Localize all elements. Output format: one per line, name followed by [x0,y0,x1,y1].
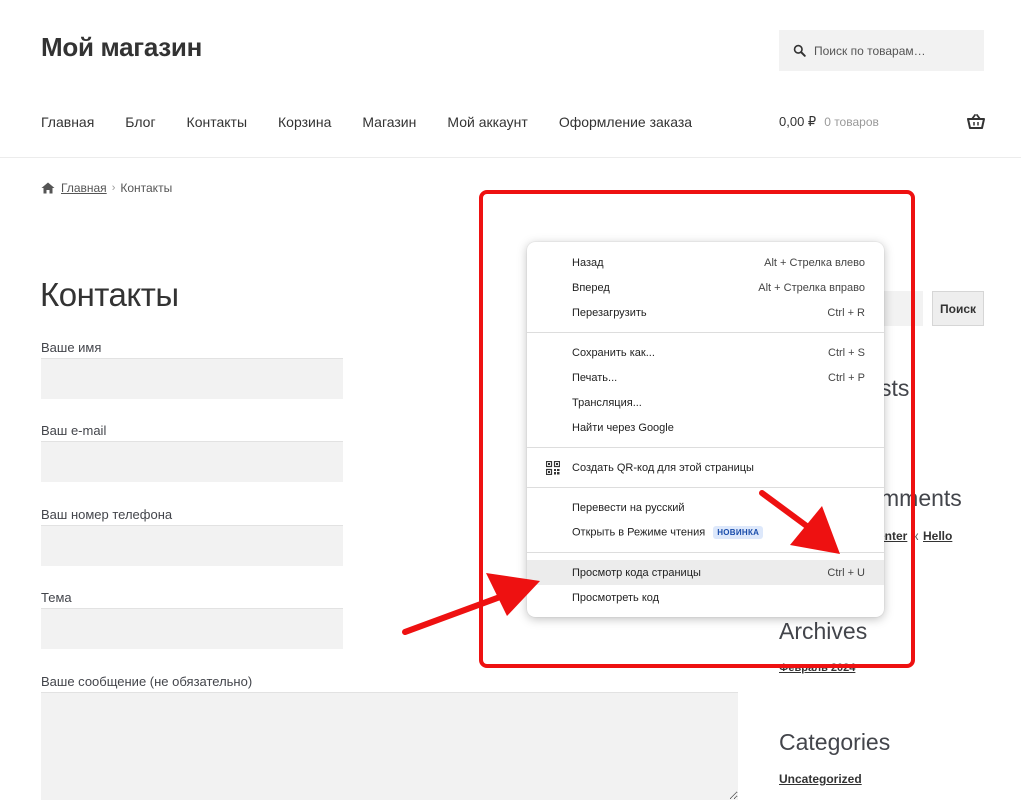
name-label: Ваше имя [41,340,102,355]
basket-icon[interactable] [967,114,985,130]
new-badge: НОВИНКА [713,526,764,539]
menu-item-print[interactable]: Печать... Ctrl + P [527,365,884,390]
nav-item-contacts[interactable]: Контакты [187,114,247,130]
page-title: Контакты [40,276,179,313]
menu-item-reload[interactable]: Перезагрузить Ctrl + R [527,300,884,325]
menu-item-view-source[interactable]: Просмотр кода страницы Ctrl + U [527,560,884,585]
primary-navigation: Главная Блог Контакты Корзина Магазин Мо… [41,114,723,130]
archives-title: Archives [779,618,868,644]
recent-posts-title: sts [880,375,910,401]
email-label: Ваш e-mail [41,423,107,438]
message-textarea[interactable] [41,692,738,800]
breadcrumb-home-link[interactable]: Главная [61,181,107,195]
breadcrumb-current: Контакты [120,181,173,195]
menu-item-translate[interactable]: Перевести на русский [527,495,884,520]
menu-item-save-as[interactable]: Сохранить как... Ctrl + S [527,340,884,365]
menu-item-forward[interactable]: Вперед Alt + Стрелка вправо [527,275,884,300]
comment-connector: к [913,529,919,543]
message-label: Ваше сообщение (не обязательно) [41,674,253,689]
nav-item-blog[interactable]: Блог [125,114,155,130]
sidebar-search-button[interactable]: Поиск [932,291,984,326]
reading-mode-label: Открыть в Режиме чтения [572,526,706,539]
header-divider [0,157,1021,158]
menu-separator [527,552,884,553]
home-icon [41,182,55,194]
left-arrow-icon [402,573,540,635]
email-field[interactable] [41,441,343,482]
cart-count: 0 товаров [824,115,879,129]
recent-comments-title: mments [880,485,962,511]
product-search[interactable] [779,30,984,71]
menu-item-back[interactable]: Назад Alt + Стрелка влево [527,250,884,275]
comment-post-link[interactable]: Hello [923,529,952,543]
name-field[interactable] [41,358,343,399]
search-icon [793,44,806,57]
menu-item-qr-code[interactable]: Создать QR-код для этой страницы [527,455,884,480]
categories-title: Categories [779,729,891,755]
nav-item-home[interactable]: Главная [41,114,94,130]
archive-link[interactable]: Февраль 2024 [779,662,855,674]
menu-separator [527,447,884,448]
breadcrumb: Главная › Контакты [41,181,172,195]
menu-separator [527,487,884,488]
search-input[interactable] [814,43,974,58]
menu-separator [527,332,884,333]
site-title[interactable]: Мой магазин [41,32,202,63]
nav-item-checkout[interactable]: Оформление заказа [559,114,692,130]
category-link[interactable]: Uncategorized [779,772,862,786]
phone-field[interactable] [41,525,343,566]
menu-item-search-google[interactable]: Найти через Google [527,415,884,440]
nav-item-cart[interactable]: Корзина [278,114,331,130]
subject-label: Тема [41,590,72,605]
sidebar-search-input[interactable] [879,291,923,326]
nav-item-account[interactable]: Мой аккаунт [447,114,527,130]
phone-label: Ваш номер телефона [41,507,173,522]
subject-field[interactable] [41,608,343,649]
nav-item-shop[interactable]: Магазин [362,114,416,130]
menu-item-cast[interactable]: Трансляция... [527,390,884,415]
cart-summary[interactable]: 0,00 ₽ 0 товаров [779,114,879,130]
menu-item-inspect[interactable]: Просмотреть код [527,585,884,610]
qr-code-icon [546,461,560,475]
cart-total: 0,00 ₽ [779,114,817,129]
menu-item-reading-mode[interactable]: Открыть в Режиме чтения НОВИНКА [527,520,884,545]
breadcrumb-separator: › [111,182,116,194]
context-menu: Назад Alt + Стрелка влево Вперед Alt + С… [527,242,884,617]
